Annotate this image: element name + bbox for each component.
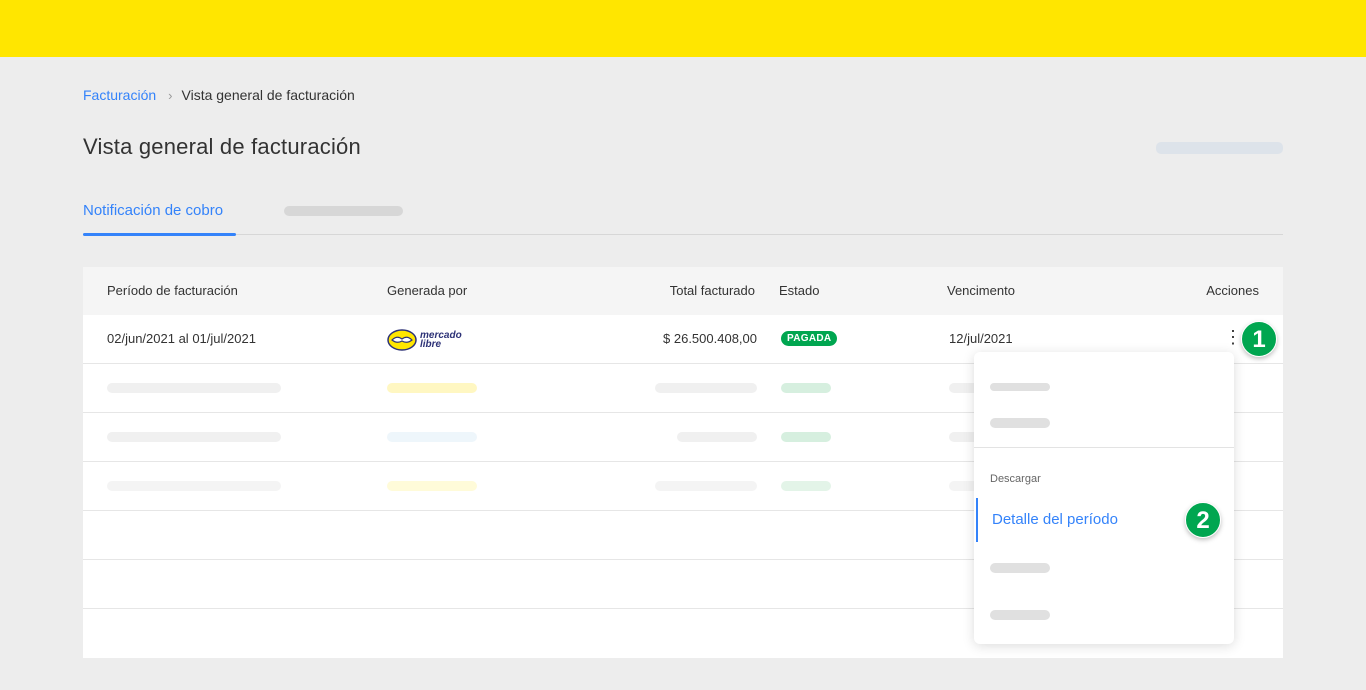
menu-item-placeholder[interactable] (990, 383, 1050, 391)
cell-placeholder (107, 383, 281, 393)
chevron-right-icon: › (168, 87, 173, 103)
menu-divider (974, 447, 1234, 448)
step-marker-1: 1 (1241, 321, 1277, 357)
top-header-bar (0, 0, 1366, 57)
breadcrumb-current: Vista general de facturación (181, 87, 355, 103)
period-join: al (178, 331, 189, 346)
header-vencimento: Vencimento (947, 283, 1015, 298)
cell-placeholder (781, 383, 831, 393)
handshake-icon (387, 329, 417, 351)
due-date-cell: 12/jul/2021 (949, 331, 1013, 346)
header-estado: Estado (779, 283, 820, 298)
header-action-placeholder (1156, 142, 1283, 154)
header-generada-por: Generada por (387, 283, 468, 298)
breadcrumb-link-facturacion[interactable]: Facturación (83, 87, 156, 103)
cell-placeholder (677, 432, 757, 442)
cell-placeholder (655, 481, 757, 491)
period-to: 01/jul/2021 (192, 331, 256, 346)
header-total: Total facturado (669, 283, 755, 298)
status-badge: PAGADA (781, 331, 838, 346)
cell-placeholder (781, 481, 831, 491)
tab-placeholder[interactable] (284, 206, 403, 216)
menu-item-label: Detalle del período (992, 511, 1118, 528)
cell-placeholder (781, 432, 831, 442)
menu-section-descargar: Descargar (990, 473, 1041, 485)
menu-item-placeholder[interactable] (990, 418, 1050, 428)
more-actions-icon[interactable]: ⋮ (1224, 327, 1242, 347)
menu-item-placeholder[interactable] (990, 563, 1050, 573)
cell-placeholder (107, 481, 281, 491)
header-acciones: Acciones (1206, 283, 1259, 298)
tab-bar: Notificación de cobro (83, 200, 1283, 236)
period-cell: 02/jun/2021 al 01/jul/2021 (107, 331, 256, 346)
cell-placeholder (387, 481, 477, 491)
cell-placeholder (387, 432, 477, 442)
logo-line-2: libre (420, 339, 442, 350)
total-cell: $ 26.500.408,00 (663, 331, 757, 346)
step-marker-2: 2 (1185, 502, 1221, 538)
table-header: Período de facturación Generada por Tota… (83, 267, 1283, 315)
header-periodo: Período de facturación (107, 283, 238, 298)
actions-dropdown-menu: Descargar Detalle del período (974, 352, 1234, 644)
logo-text: mercado libre (420, 331, 462, 350)
period-from: 02/jun/2021 (107, 331, 175, 346)
page-title: Vista general de facturación (83, 134, 361, 159)
menu-item-placeholder[interactable] (990, 610, 1050, 620)
breadcrumb: Facturación › Vista general de facturaci… (83, 87, 355, 103)
tab-notificacion-de-cobro[interactable]: Notificación de cobro (83, 202, 237, 236)
cell-placeholder (107, 432, 281, 442)
cell-placeholder (387, 383, 477, 393)
cell-placeholder (655, 383, 757, 393)
mercadolibre-logo: mercado libre (387, 329, 462, 351)
